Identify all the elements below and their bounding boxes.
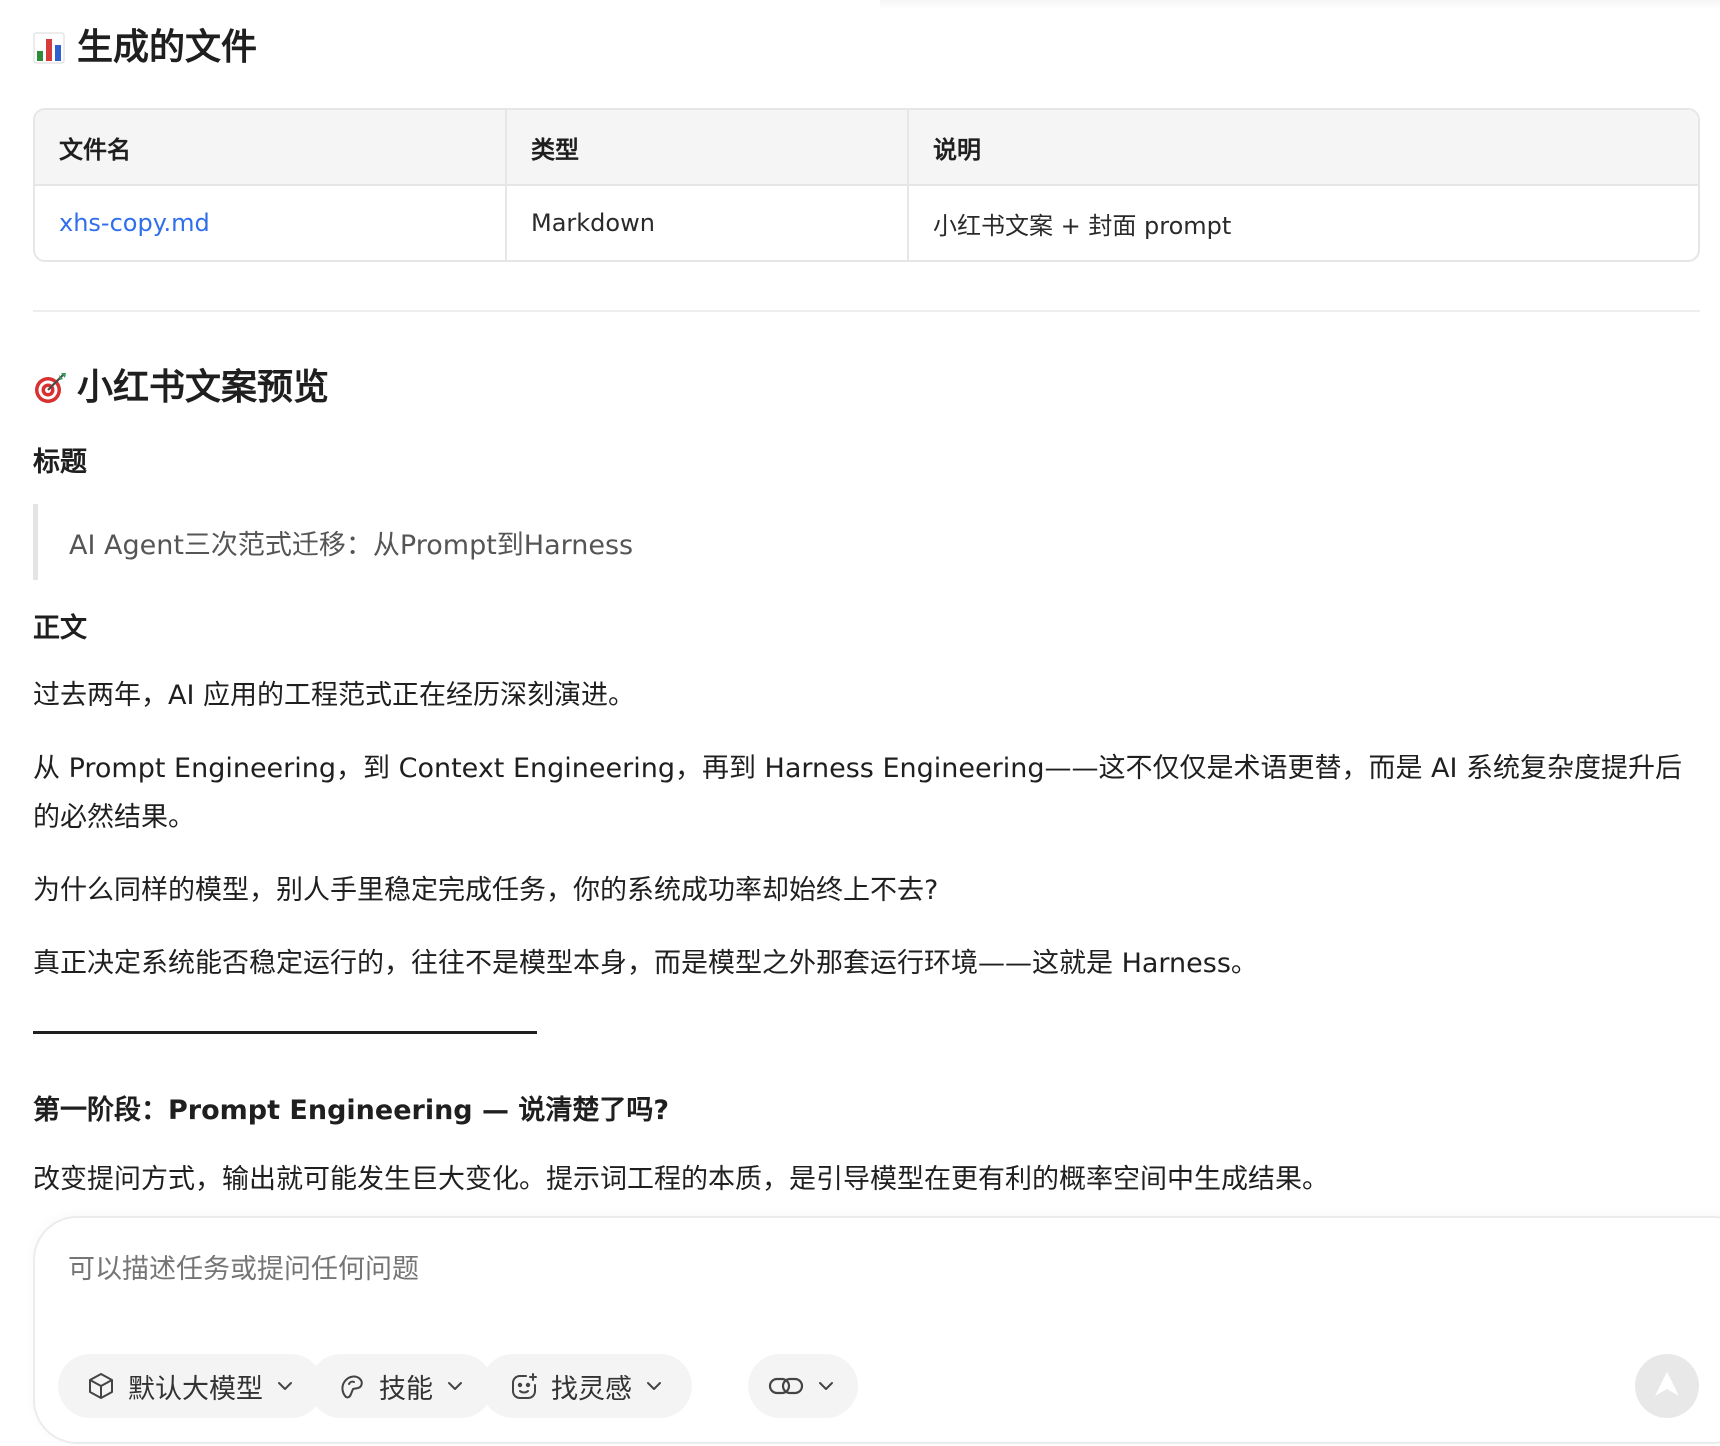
paragraph: 为什么同样的模型，别人手里稳定完成任务，你的系统成功率却始终上不去? xyxy=(33,875,939,906)
send-arrow-icon xyxy=(1652,1369,1682,1403)
table-header-type: 类型 xyxy=(507,110,909,186)
title-blockquote: AI Agent三次范式迁移：从Prompt到Harness xyxy=(33,504,1669,580)
preview-heading: 小红书文案预览 xyxy=(33,370,329,406)
skills-icon xyxy=(337,1371,367,1401)
chevron-down-icon xyxy=(816,1376,836,1396)
model-selector-button[interactable]: 默认大模型 xyxy=(58,1354,323,1418)
table-cell-description: 小红书文案 + 封面 prompt xyxy=(933,211,1232,240)
page: 生成的文件 文件名 类型 说明 xhs-copy.md Markdown 小红书… xyxy=(0,0,1720,1446)
table-header-row: 文件名 类型 说明 xyxy=(35,110,1698,186)
sparkle-face-icon xyxy=(509,1371,539,1401)
bar-chart-icon xyxy=(33,31,65,65)
table-header-description: 说明 xyxy=(909,110,1698,186)
stage-title: 第一阶段：Prompt Engineering — 说清楚了吗? xyxy=(33,1095,670,1126)
send-button[interactable] xyxy=(1635,1354,1699,1418)
paragraph: 改变提问方式，输出就可能发生巨大变化。提示词工程的本质，是引导模型在更有利的概率… xyxy=(33,1164,1329,1195)
chevron-down-icon xyxy=(445,1376,465,1396)
link-icon xyxy=(768,1371,804,1401)
files-heading: 生成的文件 xyxy=(33,30,257,66)
preview-heading-text: 小红书文案预览 xyxy=(77,367,330,408)
table-cell-filename: xhs-copy.md xyxy=(35,186,507,260)
title-label: 标题 xyxy=(33,447,87,478)
target-icon xyxy=(33,371,66,405)
files-heading-text: 生成的文件 xyxy=(77,27,258,68)
model-selector-label: 默认大模型 xyxy=(128,1373,263,1405)
prompt-input[interactable] xyxy=(68,1254,1468,1285)
skills-button[interactable]: 技能 xyxy=(309,1354,493,1418)
file-link[interactable]: xhs-copy.md xyxy=(59,209,210,237)
chevron-down-icon xyxy=(644,1376,664,1396)
paragraph: 真正决定系统能否稳定运行的，往往不是模型本身，而是模型之外那套运行环境——这就是… xyxy=(33,948,1258,979)
table-cell-type: Markdown xyxy=(507,186,909,260)
table-header-filename: 文件名 xyxy=(35,110,507,186)
link-options-button[interactable] xyxy=(748,1354,858,1418)
divider xyxy=(33,310,1700,312)
paragraph: 从 Prompt Engineering，到 Context Engineeri… xyxy=(33,753,1683,833)
title-quote-text: AI Agent三次范式迁移：从Prompt到Harness xyxy=(69,529,634,561)
separator-line xyxy=(33,1031,537,1034)
cube-icon xyxy=(86,1371,116,1401)
chevron-down-icon xyxy=(275,1376,295,1396)
skills-label: 技能 xyxy=(379,1373,433,1405)
body-label: 正文 xyxy=(33,613,87,644)
inspiration-button[interactable]: 找灵感 xyxy=(481,1354,692,1418)
composer: 默认大模型 技能 xyxy=(33,1216,1720,1444)
inspiration-label: 找灵感 xyxy=(551,1373,632,1405)
files-table: 文件名 类型 说明 xhs-copy.md Markdown 小红书文案 + 封… xyxy=(33,108,1700,262)
table-row: xhs-copy.md Markdown 小红书文案 + 封面 prompt xyxy=(35,186,1698,260)
paragraph: 过去两年，AI 应用的工程范式正在经历深刻演进。 xyxy=(33,680,636,711)
message-content: 生成的文件 文件名 类型 说明 xhs-copy.md Markdown 小红书… xyxy=(33,0,1700,1195)
